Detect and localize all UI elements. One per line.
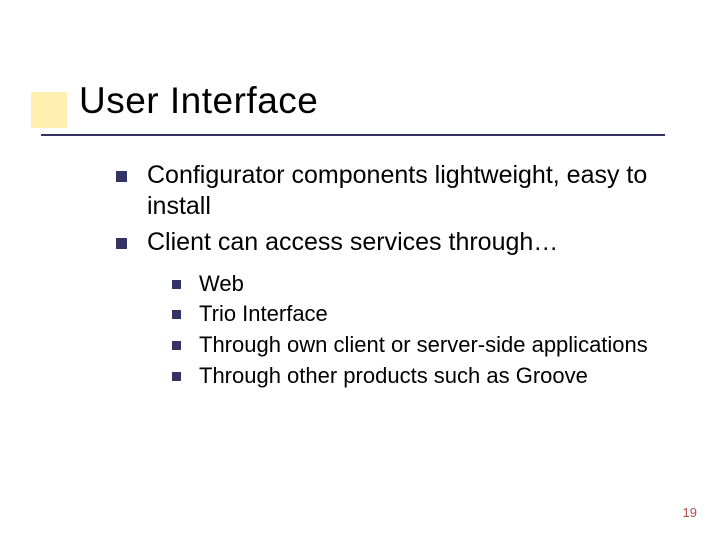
title-underline [41, 134, 665, 136]
accent-box [31, 92, 67, 128]
page-number: 19 [683, 505, 697, 520]
square-bullet-icon [116, 238, 127, 249]
bullet-item: Client can access services through… [116, 227, 676, 258]
square-bullet-icon [172, 372, 181, 381]
square-bullet-icon [172, 310, 181, 319]
content-area: Configurator components lightweight, eas… [116, 160, 676, 392]
bullet-item: Configurator components lightweight, eas… [116, 160, 676, 223]
bullet-text: Client can access services through… [147, 227, 558, 258]
sub-bullet-text: Through own client or server-side applic… [199, 331, 648, 360]
slide-title: User Interface [79, 80, 318, 122]
sub-bullet-item: Web [172, 270, 676, 299]
bullet-text: Configurator components lightweight, eas… [147, 160, 676, 223]
sub-bullet-text: Trio Interface [199, 300, 328, 329]
sub-bullet-list: Web Trio Interface Through own client or… [172, 270, 676, 390]
sub-bullet-text: Web [199, 270, 244, 299]
square-bullet-icon [172, 280, 181, 289]
square-bullet-icon [172, 341, 181, 350]
sub-bullet-text: Through other products such as Groove [199, 362, 588, 391]
square-bullet-icon [116, 171, 127, 182]
sub-bullet-item: Through own client or server-side applic… [172, 331, 676, 360]
sub-bullet-item: Trio Interface [172, 300, 676, 329]
sub-bullet-item: Through other products such as Groove [172, 362, 676, 391]
